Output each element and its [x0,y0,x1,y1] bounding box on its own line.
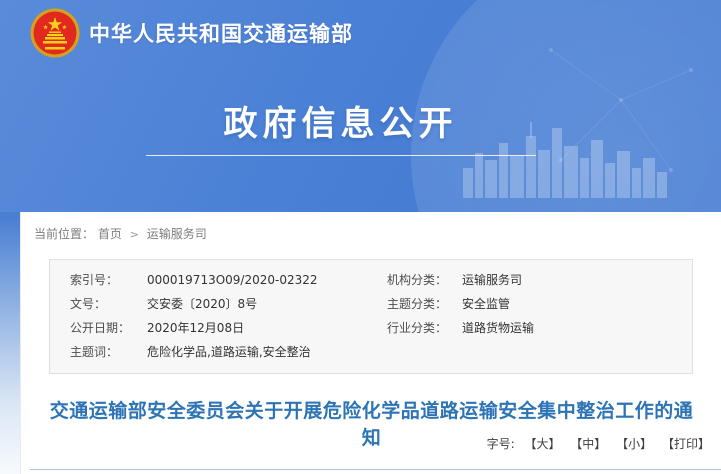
breadcrumb-home-link[interactable]: 首页 [98,227,122,241]
national-emblem-icon [30,8,80,58]
font-size-medium-button[interactable]: 【中】 [570,437,606,451]
meta-value-date: 2020年12月08日 [147,321,387,336]
page: 中华人民共和国交通运输部 政府信息公开 当前位置： 首页 > 运输服务司 索引号… [0,0,721,474]
font-size-controls: 字号: 【大】 【中】 【小】 【打印】 [487,435,710,452]
meta-label-keywords: 主题词： [70,345,147,360]
meta-label-docno: 文号： [70,297,147,312]
meta-label-org: 机构分类： [387,273,462,288]
meta-label-industry: 行业分类： [387,321,462,336]
banner-underline [146,155,536,156]
meta-label-date: 公开日期： [70,321,147,336]
banner-title: 政府信息公开 [0,96,701,145]
breadcrumb-current-link[interactable]: 运输服务司 [147,227,207,241]
meta-value-docno: 交安委〔2020〕8号 [147,297,387,312]
meta-label-topic: 主题分类： [387,297,462,312]
bottom-divider [30,469,721,470]
breadcrumb-label: 当前位置： [34,227,94,241]
font-size-large-button[interactable]: 【大】 [524,437,560,451]
meta-value-keywords: 危险化学品,道路运输,安全整治 [147,345,387,360]
meta-value-topic: 安全监管 [462,297,692,312]
document-metadata-table: 索引号： 000019713O09/2020-02322 机构分类： 运输服务司… [49,259,693,374]
meta-label-index: 索引号： [70,273,147,288]
breadcrumb-separator: > [130,228,139,241]
meta-value-industry: 道路货物运输 [462,321,692,336]
meta-value-index: 000019713O09/2020-02322 [147,273,387,288]
breadcrumb: 当前位置： 首页 > 运输服务司 [21,212,721,242]
site-name[interactable]: 中华人民共和国交通运输部 [89,18,353,48]
font-size-label: 字号: [487,437,515,451]
banner: 中华人民共和国交通运输部 政府信息公开 [0,0,721,212]
meta-value-org: 运输服务司 [462,273,692,288]
print-button[interactable]: 【打印】 [662,437,710,451]
font-size-small-button[interactable]: 【小】 [616,437,652,451]
site-brand[interactable]: 中华人民共和国交通运输部 [30,8,353,58]
